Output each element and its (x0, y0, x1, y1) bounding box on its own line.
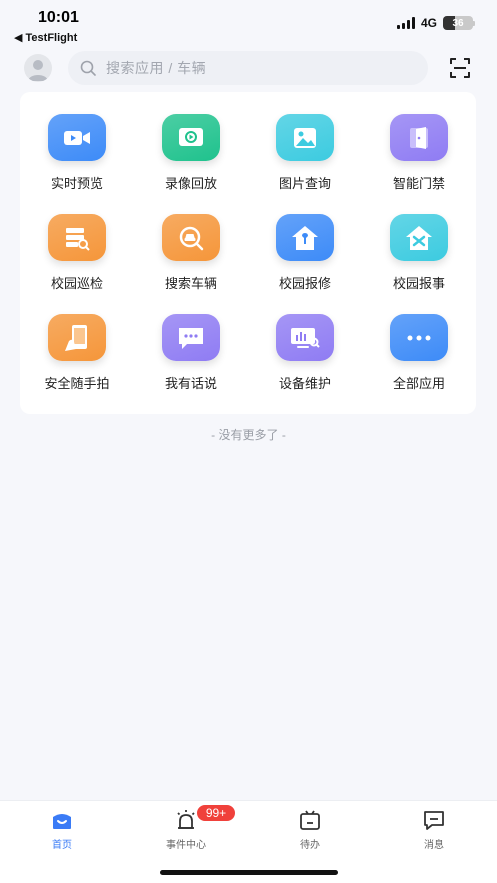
app-tile-label: 安全随手拍 (44, 376, 110, 391)
app-tile-label: 全部应用 (392, 376, 445, 391)
message-icon (424, 811, 444, 830)
app-tile[interactable]: 搜索车辆 (134, 192, 248, 292)
todo-icon (300, 810, 320, 830)
door-icon (390, 114, 448, 161)
back-to-testflight[interactable]: ◀ TestFlight (14, 31, 77, 44)
app-tile[interactable]: 校园报修 (248, 192, 362, 292)
home-icon (53, 814, 71, 829)
tab-todo[interactable]: 待办 (270, 809, 350, 853)
network-type: 4G (420, 16, 437, 30)
tab-home-label: 首页 (52, 840, 72, 851)
chat-icon (162, 314, 220, 361)
battery-level: 36 (452, 17, 464, 29)
search-input[interactable]: 搜索应用 / 车辆 (68, 51, 428, 85)
tab-todo-label: 待办 (300, 840, 320, 851)
home-indicator (160, 870, 338, 875)
tab-home[interactable]: 首页 (22, 809, 102, 853)
app-tile-label: 校园巡检 (50, 276, 103, 291)
app-tile[interactable]: 安全随手拍 (20, 292, 134, 392)
playback-icon (162, 114, 220, 161)
app-tile[interactable]: 校园巡检 (20, 192, 134, 292)
status-indicators: 4G 36 (396, 16, 475, 30)
search-icon (80, 60, 96, 76)
battery-icon: 36 (443, 16, 475, 30)
app-tile-label: 校园报事 (392, 276, 445, 291)
car-search-icon (162, 214, 220, 261)
event-count-badge: 99+ (196, 804, 236, 822)
tab-messages[interactable]: 消息 (394, 809, 474, 853)
app-tile[interactable]: 我有话说 (134, 292, 248, 392)
tab-event-center-label: 事件中心 (166, 840, 206, 851)
video-camera-icon (48, 114, 106, 161)
app-grid-card: 实时预览 录像回放 图片查询 智能门禁校园巡检 搜索车辆 校园报修 校园报事安全随手拍 我有话… (20, 92, 476, 414)
repair-house-icon (276, 214, 334, 261)
avatar[interactable] (24, 54, 52, 82)
app-tile-label: 实时预览 (50, 176, 103, 191)
app-tile-label: 录像回放 (164, 176, 217, 191)
no-more-text: - 没有更多了 - (211, 428, 286, 442)
alarm-icon (177, 810, 195, 829)
app-tile[interactable]: 智能门禁 (362, 92, 476, 192)
app-grid: 实时预览 录像回放 图片查询 智能门禁校园巡检 搜索车辆 校园报修 校园报事安全随手拍 我有话… (20, 92, 476, 414)
device-maintenance-icon (276, 314, 334, 361)
app-tile-label: 图片查询 (278, 176, 331, 191)
app-tile[interactable]: 图片查询 (248, 92, 362, 192)
image-icon (276, 114, 334, 161)
app-tile-label: 我有话说 (164, 376, 217, 391)
app-tile[interactable]: 校园报事 (362, 192, 476, 292)
scan-icon[interactable] (448, 56, 472, 80)
app-tile[interactable]: 设备维护 (248, 292, 362, 392)
search-placeholder: 搜索应用 / 车辆 (106, 60, 207, 76)
app-tile-label: 智能门禁 (392, 176, 445, 191)
status-bar: 10:01 ◀ TestFlight 4G 36 (0, 0, 497, 46)
app-tile[interactable]: 录像回放 (134, 92, 248, 192)
more-icon (390, 314, 448, 361)
report-house-icon (390, 214, 448, 261)
phone-camera-icon (48, 314, 106, 361)
user-icon (28, 60, 48, 81)
app-tile-label: 设备维护 (278, 376, 331, 391)
inspection-icon (48, 214, 106, 261)
status-time: 10:01 (38, 9, 79, 26)
app-tile[interactable]: 实时预览 (20, 92, 134, 192)
app-tile[interactable]: 全部应用 (362, 292, 476, 392)
search-row: 搜索应用 / 车辆 (0, 48, 497, 88)
tab-messages-label: 消息 (424, 840, 444, 851)
app-tile-label: 校园报修 (278, 276, 331, 291)
app-tile-label: 搜索车辆 (164, 276, 217, 291)
signal-icon (396, 17, 415, 29)
